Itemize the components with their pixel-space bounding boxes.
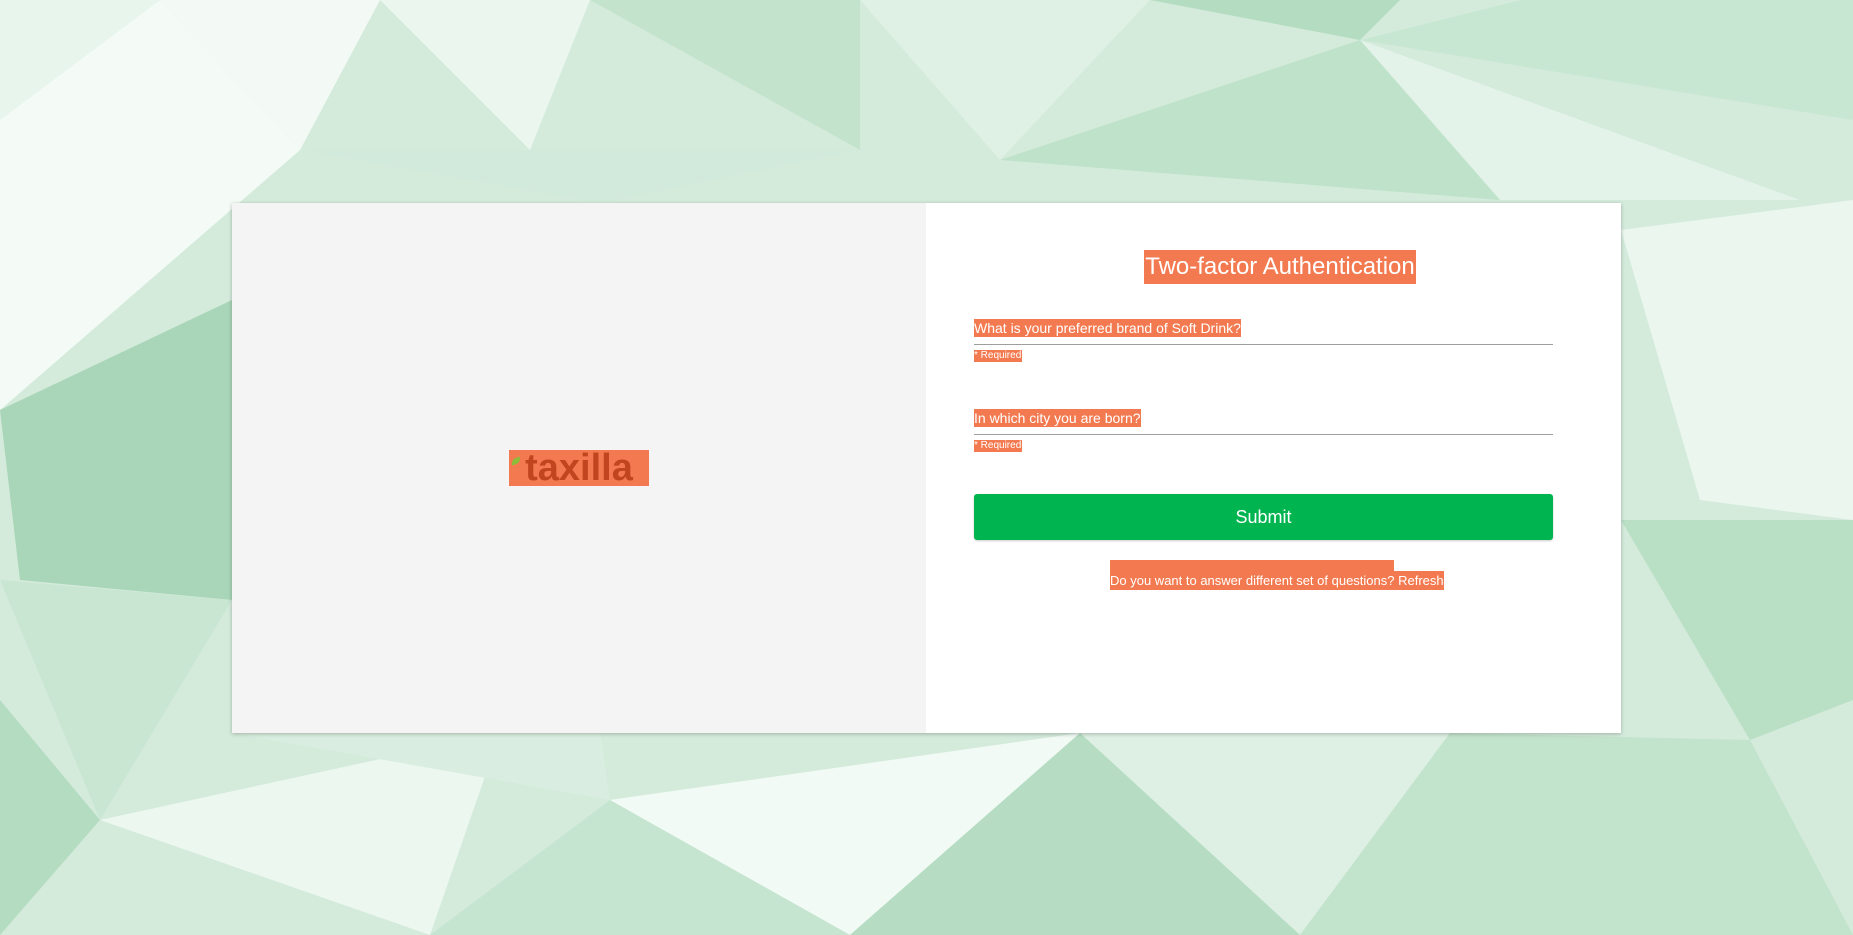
question-2-required-hint: * Required [974, 440, 1023, 452]
question-1-required-hint: * Required [974, 350, 1023, 362]
submit-button[interactable]: Submit [974, 494, 1553, 540]
refresh-text-wrap: Do you want to answer different set of q… [1110, 571, 1444, 590]
auth-form-panel: Two-factor Authentication What is your p… [926, 203, 1621, 733]
auth-card: taxilla Two-factor Authentication What i… [232, 203, 1621, 733]
question-2-input-underline[interactable] [974, 434, 1553, 435]
question-1-input-underline[interactable] [974, 344, 1553, 345]
logo-text: taxilla [525, 450, 633, 486]
question-1-label: What is your preferred brand of Soft Dri… [974, 319, 1241, 337]
page-title-wrap: Two-factor Authentication [926, 250, 1621, 284]
leaf-icon [510, 456, 522, 466]
security-question-1[interactable]: What is your preferred brand of Soft Dri… [974, 319, 1553, 363]
question-2-label: In which city you are born? [974, 409, 1141, 427]
taxilla-logo: taxilla [509, 450, 649, 486]
refresh-prompt: Do you want to answer different set of q… [1110, 573, 1399, 588]
refresh-questions-row: Do you want to answer different set of q… [1110, 560, 1444, 590]
brand-panel: taxilla [232, 203, 926, 733]
security-question-2[interactable]: In which city you are born? * Required [974, 409, 1553, 453]
refresh-link[interactable]: Refresh [1398, 573, 1444, 588]
page-title: Two-factor Authentication [1144, 250, 1416, 284]
